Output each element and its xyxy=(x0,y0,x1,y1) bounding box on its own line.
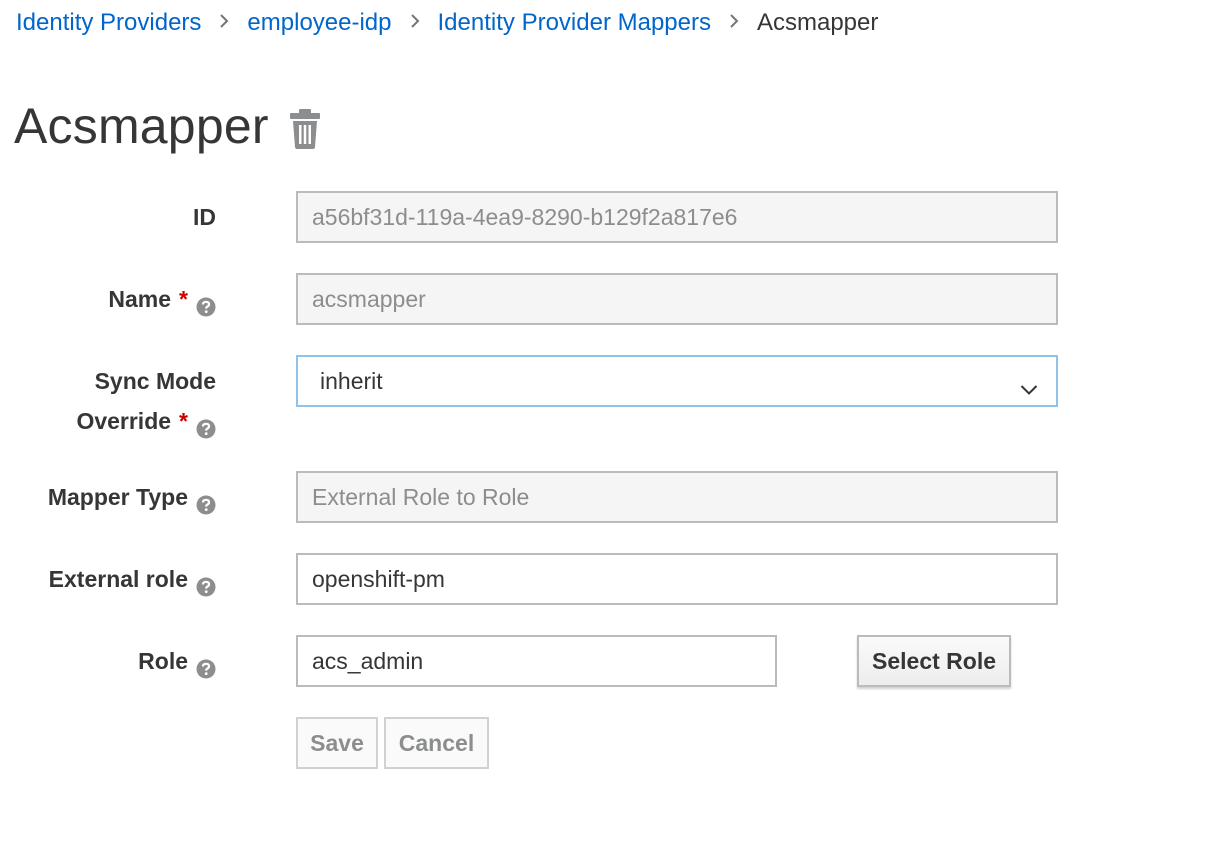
external-role-label-text: External role xyxy=(48,566,188,592)
name-label: Name * xyxy=(108,279,216,319)
breadcrumb-separator-icon xyxy=(201,12,247,35)
external-role-label: External role xyxy=(49,559,216,599)
help-icon[interactable] xyxy=(196,651,216,679)
help-icon[interactable] xyxy=(196,411,216,439)
mapper-type-label-text: Mapper Type xyxy=(47,484,188,510)
name-label-text: Name xyxy=(108,286,172,312)
save-button[interactable]: Save xyxy=(296,717,378,769)
page-title-row: Acsmapper xyxy=(14,94,321,158)
breadcrumb-identity-providers[interactable]: Identity Providers xyxy=(16,9,201,37)
chevron-down-icon xyxy=(1020,375,1038,395)
role-input[interactable]: acs_admin xyxy=(296,635,777,687)
breadcrumb: Identity Providers employee-idp Identity… xyxy=(16,6,878,40)
help-icon[interactable] xyxy=(196,569,216,597)
sync-mode-label-line2-wrap: Override * xyxy=(76,401,216,441)
sync-mode-selected-value: inherit xyxy=(320,367,383,394)
role-label-text: Role xyxy=(138,648,188,674)
role-label: Role xyxy=(138,641,216,681)
breadcrumb-identity-provider-mappers[interactable]: Identity Provider Mappers xyxy=(438,9,711,37)
help-icon[interactable] xyxy=(196,487,216,515)
form-row-external-role: External role openshift-pm xyxy=(0,553,1216,605)
form-row-name: Name * acsmapper xyxy=(0,273,1216,325)
select-role-button[interactable]: Select Role xyxy=(857,635,1011,687)
form-row-sync-mode: Sync Mode Override * inherit xyxy=(0,355,1216,445)
external-role-input[interactable]: openshift-pm xyxy=(296,553,1058,605)
sync-mode-label-line1: Sync Mode xyxy=(94,368,216,394)
mapper-type-field: External Role to Role xyxy=(296,471,1058,523)
breadcrumb-separator-icon xyxy=(711,12,757,35)
id-label: ID xyxy=(193,197,216,237)
cancel-button[interactable]: Cancel xyxy=(384,717,489,769)
form-row-id: ID a56bf31d-119a-4ea9-8290-b129f2a817e6 xyxy=(0,191,1216,243)
required-indicator: * xyxy=(179,408,188,434)
form-row-mapper-type: Mapper Type External Role to Role xyxy=(0,471,1216,523)
sync-mode-select[interactable]: inherit xyxy=(296,355,1058,407)
id-field: a56bf31d-119a-4ea9-8290-b129f2a817e6 xyxy=(296,191,1058,243)
breadcrumb-employee-idp[interactable]: employee-idp xyxy=(247,9,391,37)
mapper-type-label: Mapper Type xyxy=(48,477,216,517)
help-icon[interactable] xyxy=(196,289,216,317)
breadcrumb-current: Acsmapper xyxy=(756,9,879,36)
page: Identity Providers employee-idp Identity… xyxy=(0,0,1216,842)
page-title: Acsmapper xyxy=(14,98,269,154)
name-field: acsmapper xyxy=(296,273,1058,325)
required-indicator: * xyxy=(179,286,188,312)
sync-mode-label: Sync Mode Override * xyxy=(76,361,216,441)
form-row-role: Role acs_admin xyxy=(0,635,1216,687)
breadcrumb-separator-icon xyxy=(392,12,438,35)
sync-mode-label-line2: Override xyxy=(76,408,172,434)
trash-icon[interactable] xyxy=(289,109,321,149)
id-label-text: ID xyxy=(193,204,216,230)
